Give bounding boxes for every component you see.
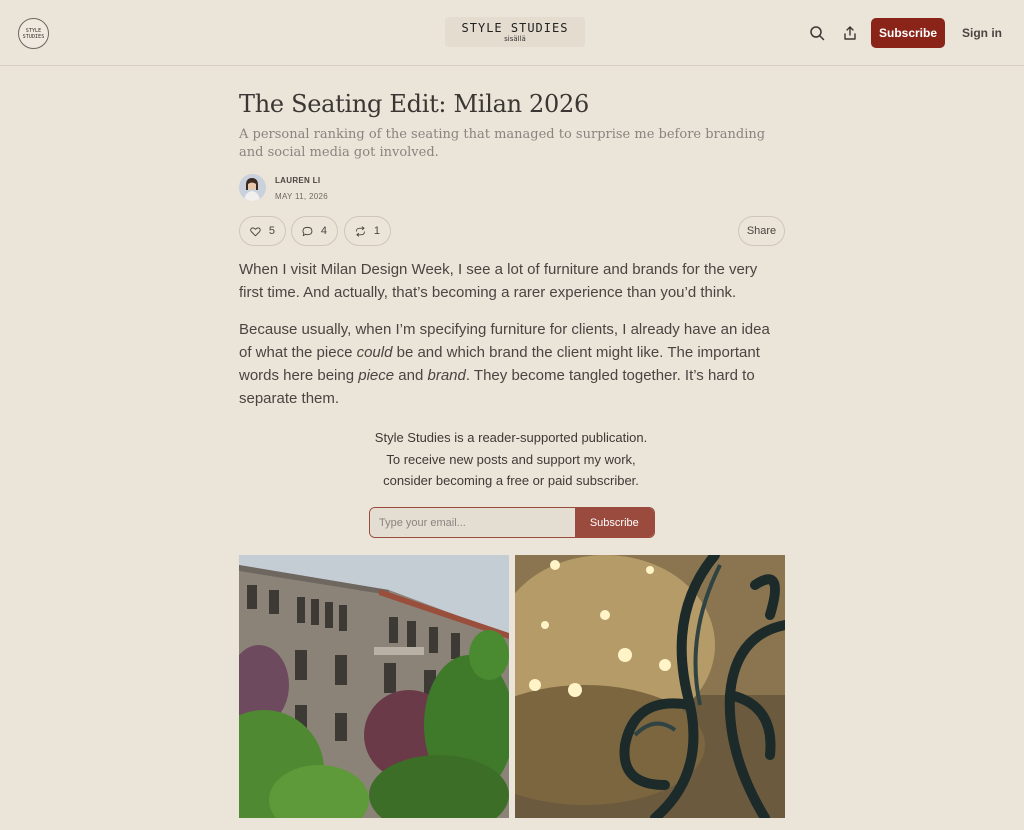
publication-logo[interactable]: STYLE STUDIES xyxy=(18,18,49,49)
building-photo-image xyxy=(239,555,509,818)
restack-icon xyxy=(356,225,365,237)
header-subscribe-button[interactable]: Subscribe xyxy=(871,18,945,48)
emphasis-could: could xyxy=(356,344,393,361)
cta-line-1: Style Studies is a reader-supported publ… xyxy=(374,430,648,445)
search-button[interactable] xyxy=(806,22,828,44)
sign-in-link[interactable]: Sign in xyxy=(962,26,1002,40)
share-button[interactable]: Share xyxy=(738,216,785,246)
restack-button[interactable]: 1 xyxy=(344,216,391,246)
photo-milan-building[interactable] xyxy=(239,555,509,818)
article-subtitle: A personal ranking of the seating that m… xyxy=(239,127,766,160)
avatar-image xyxy=(239,174,266,201)
like-count: 5 xyxy=(268,225,275,237)
author-name[interactable]: LAUREN LI xyxy=(275,176,320,185)
logo-line-2: STUDIES xyxy=(22,33,45,40)
restack-count: 1 xyxy=(373,225,380,237)
email-subscribe-button[interactable]: Subscribe xyxy=(574,508,654,537)
masthead-title: STYLE STUDIES xyxy=(461,20,569,35)
byline: LAUREN LI MAY 11, 2026 xyxy=(239,174,539,204)
emphasis-piece: piece xyxy=(358,367,395,384)
email-input[interactable] xyxy=(370,508,575,537)
top-bar: STYLE STUDIES STYLE STUDIES sisällä Subs… xyxy=(0,0,1024,66)
paragraph-2-text: and xyxy=(394,367,428,384)
article-body: When I visit Milan Design Week, I see a … xyxy=(239,258,785,424)
comment-button[interactable]: 4 xyxy=(291,216,338,246)
paragraph-1: When I visit Milan Design Week, I see a … xyxy=(239,261,758,301)
cta-line-3: consider becoming a free or paid subscri… xyxy=(383,473,639,488)
post-date: MAY 11, 2026 xyxy=(275,192,328,201)
subscribe-cta: Style Studies is a reader-supported publ… xyxy=(339,427,683,492)
email-subscribe-form: Subscribe xyxy=(369,507,655,538)
comment-icon xyxy=(302,226,313,236)
comment-count: 4 xyxy=(320,225,327,237)
cta-line-2: To receive new posts and support my work… xyxy=(386,451,636,467)
article-title: The Seating Edit: Milan 2026 xyxy=(239,90,589,118)
masthead-subtitle: sisällä xyxy=(504,34,526,43)
photo-ironwork-chandelier[interactable] xyxy=(515,555,785,818)
paragraph-2: Because usually, when I’m specifying fur… xyxy=(239,318,785,410)
emphasis-brand: brand xyxy=(427,367,466,384)
search-icon xyxy=(810,26,825,41)
share-upload-icon xyxy=(844,26,856,40)
masthead[interactable]: STYLE STUDIES sisällä xyxy=(445,17,585,47)
ironwork-photo-image xyxy=(515,555,785,818)
heart-icon xyxy=(250,226,261,236)
author-avatar[interactable] xyxy=(239,174,266,201)
share-upload-button[interactable] xyxy=(839,22,861,44)
like-button[interactable]: 5 xyxy=(239,216,286,246)
article: The Seating Edit: Milan 2026 A personal … xyxy=(239,88,785,407)
